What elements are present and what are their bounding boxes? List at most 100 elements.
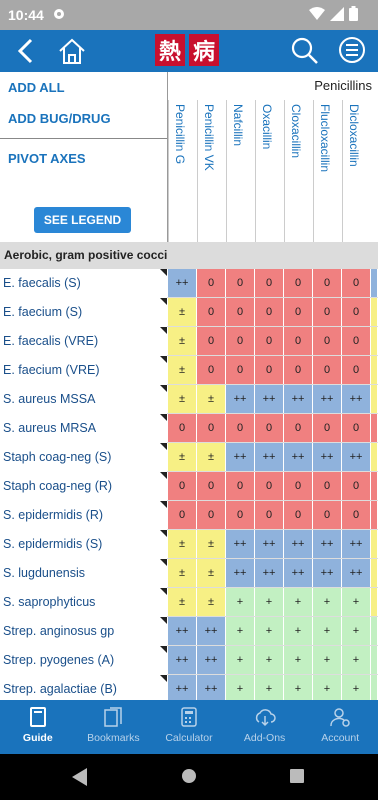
susceptibility-cell[interactable]: ± [197, 443, 226, 471]
bug-name[interactable]: S. lugdunensis [0, 559, 167, 588]
susceptibility-cell[interactable]: + [226, 675, 255, 703]
back-triangle-icon[interactable] [72, 768, 88, 786]
susceptibility-cell[interactable]: + [313, 675, 342, 703]
bug-name[interactable]: S. epidermidis (R) [0, 501, 167, 530]
susceptibility-cell[interactable]: 0 [197, 501, 226, 529]
menu-icon[interactable] [338, 36, 366, 69]
susceptibility-cell[interactable]: ++ [226, 443, 255, 471]
susceptibility-cell[interactable]: + [255, 675, 284, 703]
susceptibility-cell[interactable]: ± [168, 385, 197, 413]
susceptibility-cell[interactable]: + [313, 617, 342, 645]
susceptibility-cell[interactable]: + [342, 675, 371, 703]
susceptibility-cell[interactable]: 0 [284, 414, 313, 442]
susceptibility-cell[interactable]: 0 [284, 327, 313, 355]
nav-item[interactable]: Add-Ons [227, 700, 303, 754]
susceptibility-cell[interactable]: ++ [284, 443, 313, 471]
susceptibility-cell[interactable]: ± [168, 530, 197, 558]
susceptibility-cell[interactable]: 0 [284, 501, 313, 529]
susceptibility-cell[interactable]: ++ [255, 443, 284, 471]
susceptibility-cell[interactable]: 0 [197, 269, 226, 297]
drug-column-header[interactable]: Oxacillin [255, 100, 284, 242]
susceptibility-cell[interactable]: 0 [255, 298, 284, 326]
bug-name[interactable]: S. aureus MSSA [0, 385, 167, 414]
susceptibility-cell[interactable]: 0 [226, 327, 255, 355]
susceptibility-cell[interactable]: ++ [342, 559, 371, 587]
susceptibility-cell[interactable]: + [226, 617, 255, 645]
susceptibility-cell[interactable]: ++ [168, 617, 197, 645]
bug-name[interactable]: Staph coag-neg (S) [0, 443, 167, 472]
susceptibility-cell[interactable]: 0 [255, 269, 284, 297]
susceptibility-cell[interactable]: ± [168, 559, 197, 587]
susceptibility-cell[interactable]: ++ [197, 646, 226, 674]
home-circle-icon[interactable] [181, 768, 197, 784]
drug-column-header[interactable]: Nafcillin [226, 100, 255, 242]
susceptibility-cell[interactable]: + [284, 646, 313, 674]
susceptibility-cell[interactable]: ± [168, 327, 197, 355]
susceptibility-cell[interactable]: ++ [168, 675, 197, 703]
back-arrow-icon[interactable] [14, 36, 38, 71]
susceptibility-cell[interactable]: ++ [255, 530, 284, 558]
susceptibility-cell[interactable]: 0 [226, 472, 255, 500]
susceptibility-cell[interactable]: 0 [342, 269, 371, 297]
susceptibility-cell[interactable]: + [226, 646, 255, 674]
susceptibility-cell[interactable]: 0 [255, 501, 284, 529]
susceptibility-cell[interactable]: ++ [342, 443, 371, 471]
bug-name[interactable]: Strep. anginosus gp [0, 617, 167, 646]
susceptibility-cell[interactable]: + [255, 646, 284, 674]
nav-item[interactable]: Calculator [151, 700, 227, 754]
susceptibility-cell[interactable]: 0 [342, 327, 371, 355]
bug-name[interactable]: Strep. pyogenes (A) [0, 646, 167, 675]
susceptibility-cell[interactable]: 0 [168, 472, 197, 500]
susceptibility-cell[interactable]: ± [197, 559, 226, 587]
susceptibility-cell[interactable]: 0 [342, 356, 371, 384]
susceptibility-cell[interactable]: ++ [313, 530, 342, 558]
susceptibility-cell[interactable]: + [342, 617, 371, 645]
bug-name[interactable]: E. faecalis (S) [0, 269, 167, 298]
susceptibility-cell[interactable]: ++ [313, 559, 342, 587]
susceptibility-cell[interactable]: + [284, 588, 313, 616]
susceptibility-cell[interactable]: 0 [284, 356, 313, 384]
susceptibility-cell[interactable]: 0 [342, 501, 371, 529]
susceptibility-cell[interactable]: + [255, 617, 284, 645]
susceptibility-cell[interactable]: ++ [284, 559, 313, 587]
susceptibility-cell[interactable]: ± [197, 385, 226, 413]
nav-item[interactable]: Bookmarks [76, 700, 152, 754]
search-icon[interactable] [290, 36, 320, 71]
susceptibility-cell[interactable]: + [284, 617, 313, 645]
nav-item[interactable]: Guide [0, 700, 76, 754]
susceptibility-cell[interactable]: 0 [197, 414, 226, 442]
susceptibility-cell[interactable]: ++ [342, 530, 371, 558]
susceptibility-cell[interactable]: ++ [226, 385, 255, 413]
susceptibility-cell[interactable]: 0 [168, 501, 197, 529]
bug-name[interactable]: S. saprophyticus [0, 588, 167, 617]
susceptibility-cell[interactable]: 0 [226, 356, 255, 384]
susceptibility-cell[interactable]: 0 [313, 501, 342, 529]
susceptibility-cell[interactable]: 0 [313, 414, 342, 442]
bug-name[interactable]: S. epidermidis (S) [0, 530, 167, 559]
susceptibility-cell[interactable]: ++ [255, 385, 284, 413]
susceptibility-cell[interactable]: 0 [313, 356, 342, 384]
susceptibility-cell[interactable]: + [342, 646, 371, 674]
susceptibility-cell[interactable]: 0 [226, 298, 255, 326]
pivot-axes-button[interactable]: PIVOT AXES [8, 151, 86, 166]
susceptibility-cell[interactable]: ++ [342, 385, 371, 413]
susceptibility-cell[interactable]: 0 [255, 472, 284, 500]
susceptibility-cell[interactable]: 0 [342, 414, 371, 442]
susceptibility-cell[interactable]: 0 [284, 298, 313, 326]
susceptibility-cell[interactable]: ± [168, 298, 197, 326]
bug-name[interactable]: E. faecium (S) [0, 298, 167, 327]
drug-column-header[interactable]: Dicloxacillin [342, 100, 371, 242]
recents-square-icon[interactable] [290, 769, 304, 783]
bug-name[interactable]: E. faecalis (VRE) [0, 327, 167, 356]
susceptibility-cell[interactable]: + [255, 588, 284, 616]
add-all-button[interactable]: ADD ALL [8, 80, 65, 95]
susceptibility-cell[interactable]: + [342, 588, 371, 616]
susceptibility-cell[interactable]: 0 [197, 298, 226, 326]
susceptibility-cell[interactable]: 0 [284, 269, 313, 297]
susceptibility-cell[interactable]: ++ [313, 385, 342, 413]
drug-column-header[interactable]: Cloxacillin [284, 100, 313, 242]
susceptibility-cell[interactable]: ± [168, 443, 197, 471]
susceptibility-cell[interactable]: 0 [313, 472, 342, 500]
susceptibility-cell[interactable]: 0 [342, 298, 371, 326]
susceptibility-cell[interactable]: + [313, 646, 342, 674]
